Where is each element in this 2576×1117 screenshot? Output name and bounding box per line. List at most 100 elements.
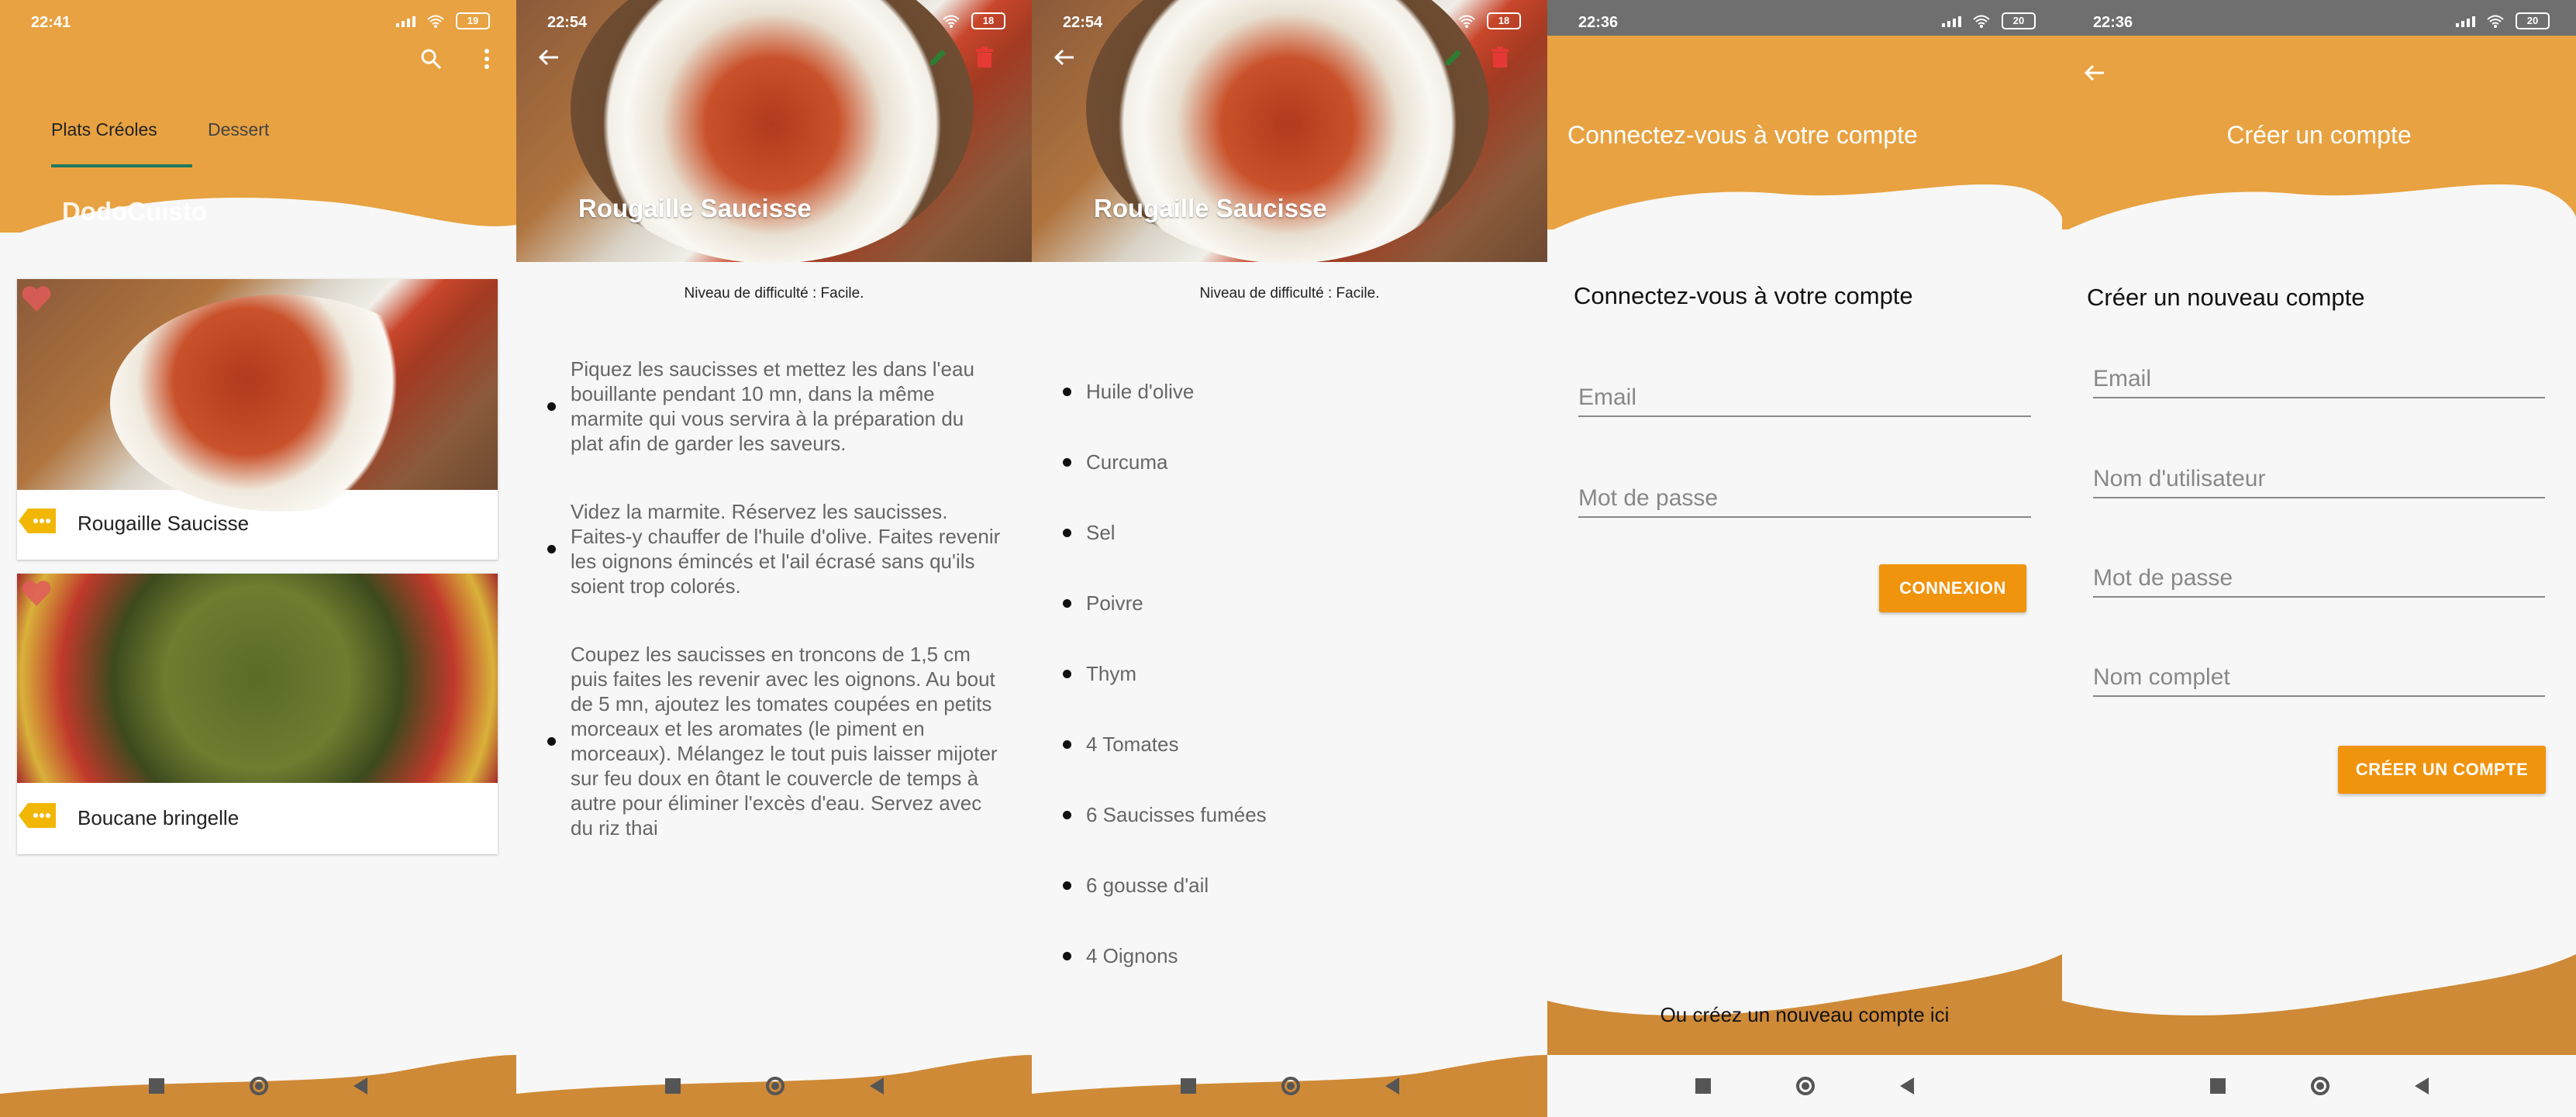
list-item: 6 Saucisses fumées	[1063, 780, 1267, 850]
recipe-image	[17, 574, 498, 783]
fullname-field[interactable]: Nom complet	[2093, 664, 2545, 697]
tag-icon	[17, 802, 57, 829]
ingredient-text: 4 Oignons	[1086, 944, 1178, 967]
back-nav-button[interactable]	[1900, 1077, 1914, 1095]
ingredient-text: Huile d'olive	[1086, 380, 1195, 403]
system-navbar	[2062, 1055, 2576, 1117]
battery-icon: 18	[971, 12, 1005, 29]
back-arrow-icon[interactable]	[1049, 42, 1080, 73]
battery-icon: 20	[2002, 12, 2036, 29]
favorite-heart-icon[interactable]	[20, 578, 53, 608]
recents-button[interactable]	[1695, 1078, 1711, 1094]
login-button[interactable]: CONNEXION	[1879, 564, 2026, 612]
status-time: 22:41	[31, 14, 71, 31]
list-item: Thym	[1063, 639, 1267, 709]
system-navbar	[1547, 1055, 2062, 1117]
edit-pencil-icon[interactable]	[922, 42, 953, 73]
status-time: 22:54	[547, 14, 588, 31]
recents-button[interactable]	[149, 1078, 164, 1094]
back-nav-button[interactable]	[1385, 1077, 1399, 1095]
screen-register: 22:36 20 Créer un compte Créer un nouvea…	[2062, 0, 2576, 1117]
header-wave	[1547, 184, 2062, 264]
status-time: 22:36	[2093, 14, 2133, 31]
page-title: Connectez-vous à votre compte	[1567, 121, 1918, 149]
recipe-title: Boucane bringelle	[78, 806, 240, 829]
recipe-card[interactable]: Rougaille Saucisse	[17, 279, 498, 560]
search-icon[interactable]	[416, 43, 447, 74]
tab-plats-creoles[interactable]: Plats Créoles	[51, 119, 157, 140]
list-item: Huile d'olive	[1063, 357, 1267, 427]
system-navbar	[516, 1055, 1032, 1117]
bottom-wave	[2062, 954, 2576, 1055]
status-bar: 22:41 19	[0, 0, 516, 45]
home-button[interactable]	[2310, 1077, 2329, 1095]
page-title: Créer un compte	[2226, 121, 2412, 149]
recipe-title: Rougaille Saucisse	[1094, 194, 1327, 222]
email-field[interactable]: Email	[1578, 384, 2031, 417]
favorite-heart-icon[interactable]	[20, 284, 53, 313]
username-field[interactable]: Nom d'utilisateur	[2093, 466, 2545, 498]
status-bar: 22:36 20	[1547, 0, 2062, 45]
app-title: DodoCuisto	[62, 197, 207, 226]
list-item: Curcuma	[1063, 427, 1267, 498]
tab-dessert[interactable]: Dessert	[208, 119, 269, 140]
back-nav-button[interactable]	[353, 1077, 367, 1095]
recents-button[interactable]	[664, 1078, 681, 1094]
battery-icon: 18	[1487, 12, 1521, 29]
step-text: Piquez les saucisses et mettez les dans …	[571, 357, 974, 455]
list-item: 6 gousse d'ail	[1063, 850, 1267, 921]
wifi-icon	[2487, 15, 2504, 28]
battery-icon: 19	[456, 12, 490, 29]
list-item: Piquez les saucisses et mettez les dans …	[547, 357, 1001, 456]
wifi-icon	[943, 15, 960, 28]
screen-recipe-steps: 22:54 18 Rougaille Saucisse Niveau de di…	[516, 0, 1032, 1117]
edit-pencil-icon[interactable]	[1438, 42, 1469, 73]
wifi-icon	[427, 15, 444, 28]
ingredients-list: Huile d'olive Curcuma Sel Poivre Thym 4 …	[1063, 357, 1267, 991]
back-arrow-icon[interactable]	[533, 42, 564, 73]
screen-recipe-ingredients: 22:54 18 Rougaille Saucisse Niveau de di…	[1032, 0, 1547, 1117]
password-field[interactable]: Mot de passe	[2093, 565, 2545, 598]
ingredient-text: 4 Tomates	[1086, 733, 1179, 756]
tab-indicator	[51, 164, 192, 167]
step-text: Videz la marmite. Réservez les saucisses…	[571, 500, 1001, 598]
back-nav-button[interactable]	[2414, 1077, 2429, 1095]
status-time: 22:54	[1063, 14, 1103, 31]
tag-icon	[17, 507, 57, 535]
recipe-card[interactable]: Boucane bringelle	[17, 574, 498, 854]
signal-icon	[2456, 15, 2475, 27]
recents-button[interactable]	[1180, 1078, 1196, 1094]
screen-login: 22:36 20 Connectez-vous à votre compte C…	[1547, 0, 2062, 1117]
status-bar: 22:54 18	[1032, 0, 1547, 45]
delete-trash-icon[interactable]	[1485, 42, 1516, 73]
create-account-link[interactable]: Ou créez un nouveau compte ici	[1547, 1003, 2062, 1027]
battery-icon: 20	[2516, 12, 2550, 29]
recipe-title: Rougaille Saucisse	[578, 194, 812, 222]
status-bar: 22:36 20	[2062, 0, 2576, 45]
form-subtitle: Connectez-vous à votre compte	[1574, 282, 1913, 309]
password-field[interactable]: Mot de passe	[1578, 485, 2031, 518]
delete-trash-icon[interactable]	[969, 42, 1000, 73]
recipe-title: Rougaille Saucisse	[78, 512, 250, 535]
ingredient-text: Thym	[1086, 662, 1136, 685]
list-item: Poivre	[1063, 568, 1267, 639]
wifi-icon	[1973, 15, 1990, 28]
create-account-button[interactable]: CRÉER UN COMPTE	[2338, 746, 2546, 794]
back-arrow-icon[interactable]	[2079, 57, 2110, 88]
home-button[interactable]	[1796, 1077, 1815, 1095]
more-menu-icon[interactable]	[471, 43, 502, 74]
system-navbar	[0, 1055, 516, 1117]
list-item: 4 Tomates	[1063, 709, 1267, 780]
home-button[interactable]	[765, 1077, 785, 1095]
difficulty-label: Niveau de difficulté : Facile.	[684, 285, 864, 302]
email-field[interactable]: Email	[2093, 366, 2545, 398]
ingredient-text: Curcuma	[1086, 450, 1168, 474]
recents-button[interactable]	[2209, 1078, 2226, 1094]
step-text: Coupez les saucisses en troncons de 1,5 …	[571, 643, 998, 839]
header-wave	[2062, 184, 2576, 264]
wifi-icon	[1458, 15, 1475, 28]
home-button[interactable]	[250, 1077, 268, 1095]
home-button[interactable]	[1281, 1077, 1300, 1095]
screen-recipe-list: 22:41 19 Plats Créoles Dessert DodoCuist…	[0, 0, 516, 1117]
back-nav-button[interactable]	[869, 1077, 884, 1095]
